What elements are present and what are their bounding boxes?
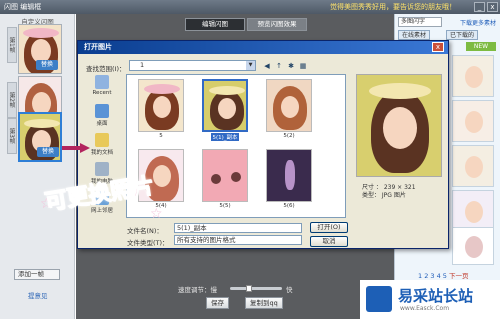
frame-2-label[interactable]: 第2帧 <box>7 82 17 118</box>
copy-to-qq-button[interactable]: 复制到qq <box>245 297 283 309</box>
file-item-selected[interactable]: 5(1)_副本 <box>199 79 251 141</box>
add-frame-button[interactable]: 添加一帧 <box>14 269 60 280</box>
view-tabs: 编辑闪图 预览闪图效果 <box>185 18 309 31</box>
tab-downloaded[interactable]: 已下载的 <box>446 30 479 40</box>
material-thumb[interactable] <box>452 100 494 142</box>
app-titlebar: 闪图 编辑框 觉得美图秀秀好用，要告诉您的朋友哦！ _ x <box>0 0 500 14</box>
file-thumbnail <box>266 149 312 202</box>
frame-1-label[interactable]: 第1帧 <box>7 27 17 63</box>
pager-pages[interactable]: 1 2 3 4 5 <box>418 272 447 280</box>
file-name: 5(1)_副本 <box>211 133 239 141</box>
feedback-link[interactable]: 提意见 <box>28 290 48 300</box>
place-recent[interactable]: Recent <box>83 75 121 103</box>
pager[interactable]: 1 2 3 4 5 下一页 <box>418 270 469 280</box>
tab-online-material[interactable]: 在线素材 <box>398 30 431 40</box>
frame-3-thumbnail[interactable]: 替换 <box>18 112 62 162</box>
back-icon[interactable]: ◀ <box>262 61 272 71</box>
file-item[interactable]: 5(5) <box>199 149 251 209</box>
file-name: 5(6) <box>283 203 295 209</box>
file-name: 5 <box>159 133 163 139</box>
star-icon: ☆ <box>150 206 163 222</box>
add-frame-label: 添加一帧 <box>18 270 44 278</box>
frame-1-thumbnail[interactable]: 替换 <box>18 24 62 74</box>
new-folder-icon[interactable]: ✱ <box>286 61 296 71</box>
documents-icon <box>95 133 109 147</box>
frame-3-label[interactable]: 第3帧 <box>7 118 17 154</box>
view-menu-icon[interactable]: ▦ <box>298 61 308 71</box>
file-item[interactable]: 5 <box>135 79 187 139</box>
app-slogan[interactable]: 觉得美图秀秀好用，要告诉您的朋友哦！ <box>330 2 456 12</box>
speed-slider-knob[interactable] <box>246 285 252 292</box>
cancel-button[interactable]: 取消 <box>310 236 348 247</box>
copy-to-qq-label: 复制到qq <box>250 299 278 307</box>
dialog-close-button[interactable]: x <box>432 42 444 52</box>
file-thumbnail <box>202 79 248 132</box>
site-watermark: 易采站长站 www.Easck.Com <box>360 280 500 319</box>
file-thumbnail <box>266 79 312 132</box>
file-item[interactable]: 5(6) <box>263 149 315 209</box>
tab-preview[interactable]: 预览闪图效果 <box>247 18 307 31</box>
material-thumb[interactable] <box>452 145 494 187</box>
file-name: 5(2) <box>283 133 295 139</box>
open-button[interactable]: 打开(O) <box>310 222 348 233</box>
up-folder-icon[interactable]: ↑ <box>274 61 284 71</box>
new-badge[interactable]: NEW <box>466 42 496 51</box>
place-label: 桌面 <box>96 121 108 127</box>
download-more-link[interactable]: 下载更多素材 <box>460 18 496 27</box>
open-image-dialog: 打开图片 x 查找范围(I)： 1 ▼ ◀ ↑ ✱ ▦ Recent 桌面 我的… <box>77 40 449 249</box>
preview-type: 类型： JPG 图片 <box>362 192 406 199</box>
frame-3-swap-button[interactable]: 替换 <box>37 147 59 157</box>
file-item[interactable]: 5(2) <box>263 79 315 139</box>
close-app-button[interactable]: x <box>487 2 498 12</box>
chevron-down-icon[interactable]: ▼ <box>246 61 255 70</box>
filetype-label: 文件类型(T)： <box>127 239 169 247</box>
site-brand: 易采站长站 <box>398 287 474 305</box>
save-button[interactable]: 保存 <box>206 297 229 309</box>
tab-edit[interactable]: 编辑闪图 <box>185 18 245 31</box>
filetype-select[interactable]: 所有支持的图片格式 <box>174 235 302 245</box>
file-name: 5(5) <box>219 203 231 209</box>
dialog-title: 打开图片 <box>78 41 448 54</box>
site-url: www.Easck.Com <box>400 305 450 312</box>
look-in-select[interactable]: 1 ▼ <box>129 60 256 71</box>
category-select[interactable]: 多图闪字 <box>398 17 442 27</box>
look-in-label: 查找范围(I)： <box>86 65 126 73</box>
next-page-link[interactable]: 下一页 <box>449 272 469 280</box>
filename-label: 文件名(N)： <box>127 227 163 235</box>
speed-fast-label: 快 <box>286 286 293 294</box>
file-list[interactable]: 5 5(1)_副本 5(2) 5(4) 5(5) 5(6) <box>126 74 346 218</box>
speed-label: 速度调节：慢 <box>178 286 217 294</box>
file-thumbnail <box>138 79 184 132</box>
place-label: Recent <box>92 90 112 96</box>
frame-1-swap-button[interactable]: 替换 <box>36 60 58 70</box>
save-label: 保存 <box>211 299 224 307</box>
arrow-icon <box>62 143 90 153</box>
desktop-icon <box>95 104 109 118</box>
app-title: 闪图 编辑框 <box>4 3 42 11</box>
material-thumb[interactable] <box>452 55 494 97</box>
material-thumb[interactable] <box>452 190 494 232</box>
image-preview <box>356 74 442 177</box>
place-desktop[interactable]: 桌面 <box>83 104 121 132</box>
speed-slider[interactable] <box>230 285 282 292</box>
filename-input[interactable]: 5(1)_副本 <box>174 223 302 233</box>
site-logo-icon <box>366 286 392 312</box>
file-thumbnail <box>202 149 248 202</box>
look-in-value: 1 <box>140 61 145 69</box>
place-label: 我的文档 <box>90 150 113 156</box>
minimize-button[interactable]: _ <box>474 2 485 12</box>
material-thumb[interactable] <box>452 227 494 265</box>
recent-icon <box>95 75 109 89</box>
